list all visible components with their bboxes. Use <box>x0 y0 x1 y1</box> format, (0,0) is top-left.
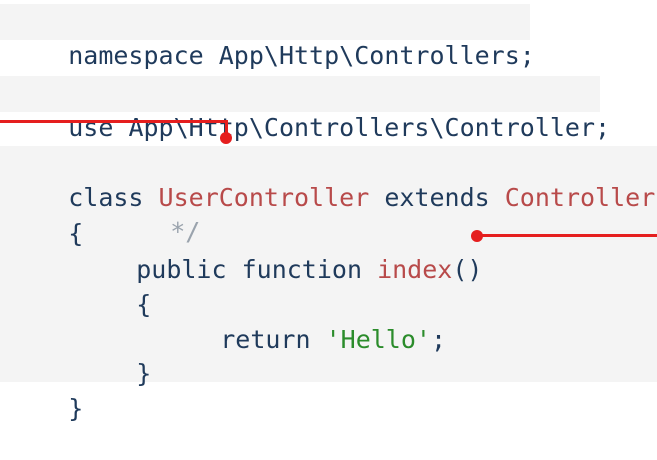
method-name: index <box>377 255 453 284</box>
method-declaration: public function index() <box>76 219 482 284</box>
namespace-keyword: namespace <box>68 41 204 70</box>
class-declaration: class UserController extends Controller <box>8 147 655 212</box>
namespace-path: App\Http\Controllers; <box>218 41 535 70</box>
annotation-dot-use <box>220 132 232 144</box>
method-open-brace: { <box>76 254 151 319</box>
method-close-brace: } <box>76 323 151 388</box>
close-brace: } <box>136 359 152 388</box>
open-brace: { <box>136 290 152 319</box>
return-keyword: return <box>220 325 311 354</box>
close-brace: } <box>68 394 84 423</box>
use-statement: use App\Http\Controllers\Controller; <box>8 77 610 142</box>
statement-terminator: ; <box>430 325 447 354</box>
use-path: App\Http\Controllers\Controller; <box>128 113 611 142</box>
function-keyword: function <box>241 255 363 284</box>
return-string: 'Hello' <box>325 325 431 354</box>
annotation-line-use-horizontal <box>0 120 228 123</box>
comment-fragment: */ <box>110 181 200 246</box>
parent-class-name: Controller <box>504 183 656 212</box>
namespace-declaration: namespace App\Http\Controllers; <box>8 5 535 70</box>
extends-keyword: extends <box>384 183 490 212</box>
class-open-brace: { <box>8 183 83 248</box>
return-statement: return 'Hello'; <box>160 289 446 354</box>
annotation-line-method <box>478 234 657 237</box>
class-close-brace: } <box>8 358 83 423</box>
method-parens: () <box>452 255 483 284</box>
use-keyword: use <box>68 113 114 142</box>
code-editor: namespace App\Http\Controllers; use App\… <box>0 0 657 423</box>
